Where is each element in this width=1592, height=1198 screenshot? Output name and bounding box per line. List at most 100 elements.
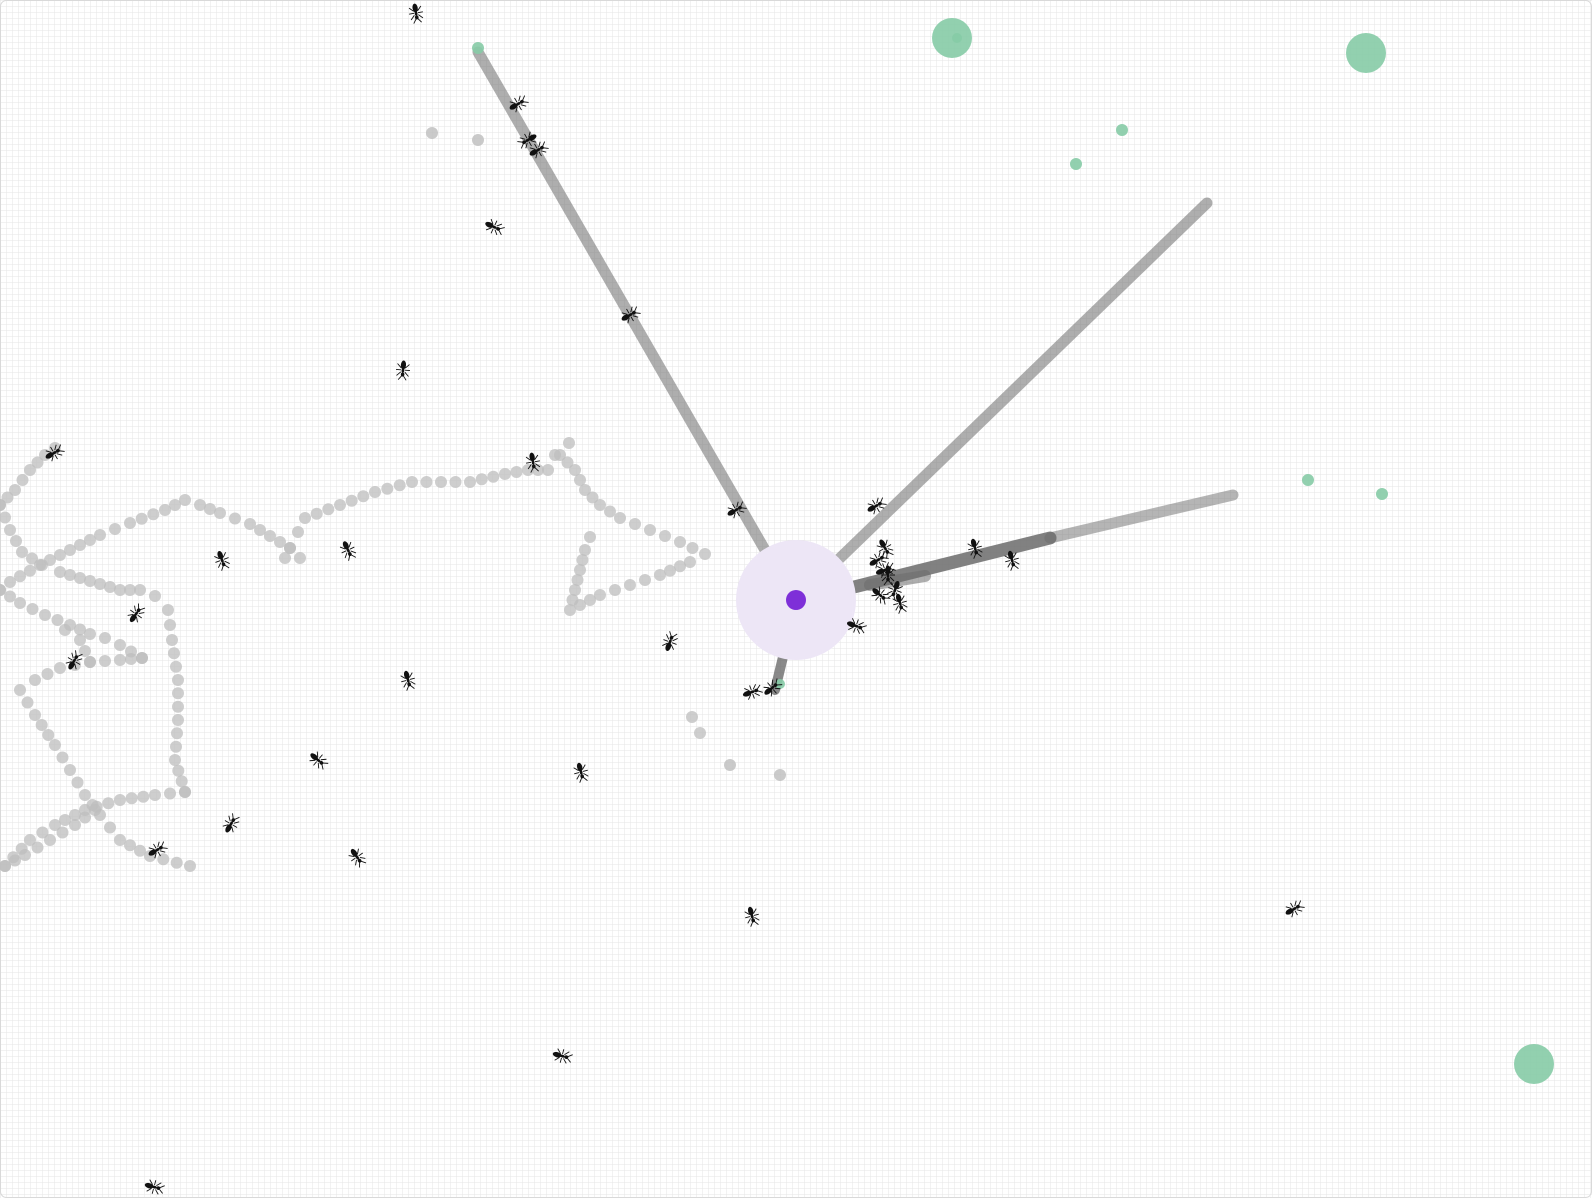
home-pheromone-dot bbox=[114, 654, 126, 666]
home-pheromone-dot bbox=[168, 647, 180, 660]
home-pheromone-dot bbox=[41, 668, 54, 680]
home-pheromone-dot bbox=[175, 775, 188, 788]
home-pheromone-dot bbox=[79, 789, 91, 801]
home-pheromone-dot bbox=[99, 632, 111, 644]
food-icon bbox=[472, 42, 484, 54]
home-pheromone-dot bbox=[322, 503, 335, 516]
food-icon bbox=[952, 33, 962, 43]
home-pheromone-dot bbox=[724, 759, 736, 771]
home-pheromone-dot bbox=[563, 437, 575, 449]
home-pheromone-dot bbox=[26, 603, 39, 615]
home-pheromone-dot bbox=[644, 524, 656, 536]
home-pheromone-dot bbox=[14, 684, 26, 696]
home-pheromone-dot bbox=[499, 468, 511, 480]
home-pheromone-dot bbox=[686, 542, 699, 554]
home-pheromone-dot bbox=[420, 476, 433, 488]
home-pheromone-dot bbox=[171, 727, 183, 740]
home-pheromone-dot bbox=[29, 709, 41, 721]
home-pheromone-dot bbox=[609, 584, 621, 596]
home-pheromone-dot bbox=[594, 499, 606, 511]
home-pheromone-dot bbox=[579, 544, 591, 556]
home-pheromone-dot bbox=[51, 614, 64, 626]
home-pheromone-dot bbox=[135, 512, 148, 525]
home-pheromone-dot bbox=[254, 524, 266, 536]
home-pheromone-dot bbox=[381, 482, 394, 495]
home-pheromone-dot bbox=[84, 656, 96, 668]
home-pheromone-dot bbox=[426, 127, 438, 139]
home-pheromone-dot bbox=[56, 826, 69, 839]
home-pheromone-dot bbox=[435, 476, 447, 488]
home-pheromone-dot bbox=[584, 531, 596, 543]
home-pheromone-dot bbox=[164, 787, 176, 800]
home-pheromone-dot bbox=[284, 542, 296, 554]
home-pheromone-dot bbox=[104, 821, 116, 834]
home-pheromone-dot bbox=[510, 466, 523, 478]
home-pheromone-dot bbox=[54, 662, 66, 674]
food-icon bbox=[1376, 488, 1388, 500]
home-pheromone-dot bbox=[137, 790, 150, 803]
simulation-canvas[interactable] bbox=[0, 0, 1592, 1198]
home-pheromone-dot bbox=[294, 552, 306, 564]
food-icon bbox=[1514, 1044, 1554, 1084]
home-pheromone-dot bbox=[369, 486, 381, 498]
home-pheromone-dot bbox=[56, 751, 69, 764]
home-pheromone-dot bbox=[157, 853, 170, 866]
home-pheromone-dot bbox=[274, 536, 286, 548]
home-pheromone-dot bbox=[147, 508, 160, 521]
home-pheromone-dot bbox=[694, 727, 706, 739]
home-pheromone-dot bbox=[136, 652, 148, 664]
food-icon bbox=[1302, 474, 1314, 486]
home-pheromone-dot bbox=[179, 786, 191, 798]
simulation-board[interactable] bbox=[0, 0, 1592, 1198]
home-pheromone-dot bbox=[4, 524, 16, 536]
home-pheromone-dot bbox=[406, 476, 418, 488]
home-pheromone-dot bbox=[114, 794, 126, 806]
home-pheromone-dot bbox=[357, 490, 370, 503]
home-pheromone-dot bbox=[564, 604, 576, 616]
home-pheromone-dot bbox=[571, 574, 584, 586]
home-pheromone-dot bbox=[16, 474, 29, 486]
home-pheromone-dot bbox=[686, 711, 698, 723]
home-pheromone-dot bbox=[574, 564, 586, 576]
home-pheromone-dot bbox=[9, 484, 21, 496]
home-pheromone-dot bbox=[464, 476, 476, 488]
home-pheromone-dot bbox=[149, 590, 161, 602]
home-pheromone-dot bbox=[169, 754, 181, 766]
home-pheromone-dot bbox=[774, 769, 786, 781]
home-pheromone-dot bbox=[699, 548, 711, 560]
home-pheromone-dot bbox=[170, 740, 182, 753]
food-icon bbox=[1070, 158, 1082, 170]
home-pheromone-dot bbox=[64, 764, 76, 776]
home-pheromone-dot bbox=[71, 776, 84, 789]
home-pheromone-dot bbox=[194, 499, 206, 511]
home-pheromone-dot bbox=[89, 804, 101, 816]
home-pheromone-dot bbox=[244, 518, 256, 530]
home-pheromone-dot bbox=[566, 594, 579, 606]
nest-icon[interactable] bbox=[786, 590, 806, 610]
home-pheromone-dot bbox=[624, 579, 636, 591]
home-pheromone-dot bbox=[59, 624, 71, 636]
home-pheromone-dot bbox=[659, 530, 671, 542]
home-pheromone-dot bbox=[393, 479, 406, 492]
home-pheromone-dot bbox=[10, 535, 22, 547]
home-pheromone-dot bbox=[310, 507, 323, 520]
home-pheromone-dot bbox=[99, 655, 111, 667]
home-pheromone-dot bbox=[576, 554, 589, 566]
home-pheromone-dot bbox=[475, 473, 488, 486]
home-pheromone-dot bbox=[487, 470, 500, 483]
home-pheromone-dot bbox=[79, 811, 91, 824]
home-pheromone-dot bbox=[604, 505, 616, 518]
home-pheromone-dot bbox=[125, 792, 138, 805]
home-pheromone-dot bbox=[19, 849, 31, 861]
home-pheromone-dot bbox=[334, 499, 346, 511]
home-pheromone-dot bbox=[44, 834, 56, 846]
home-pheromone-dot bbox=[170, 856, 183, 869]
nest[interactable] bbox=[736, 540, 856, 660]
home-pheromone-dot bbox=[125, 653, 137, 665]
home-pheromone-dot bbox=[170, 660, 182, 673]
home-pheromone-dot bbox=[184, 860, 196, 872]
home-pheromone-dot bbox=[166, 634, 178, 646]
home-pheromone-dot bbox=[14, 597, 26, 609]
home-pheromone-dot bbox=[159, 504, 171, 516]
food-icon bbox=[1346, 33, 1386, 73]
